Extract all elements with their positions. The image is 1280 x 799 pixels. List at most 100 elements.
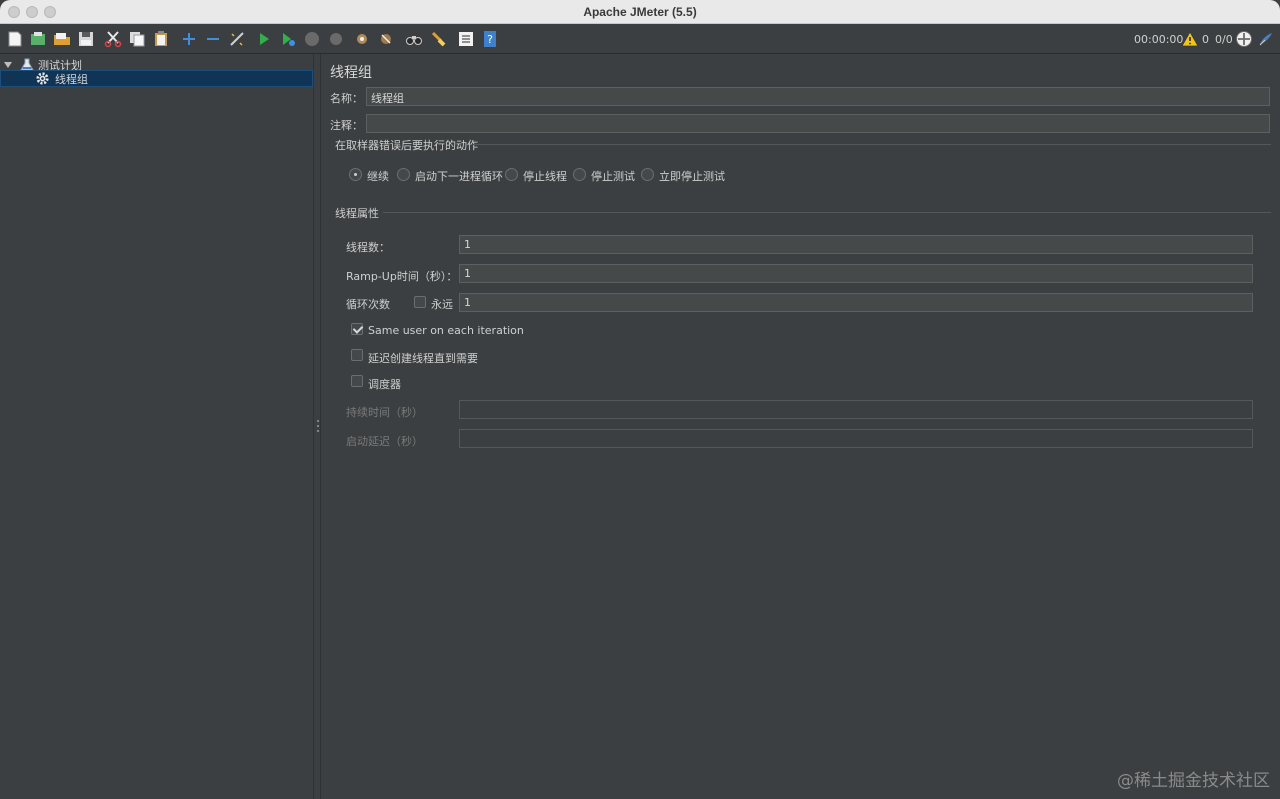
start-no-pauses-button[interactable] <box>278 29 298 49</box>
comment-input[interactable] <box>366 114 1270 133</box>
clear-all-button[interactable] <box>376 29 396 49</box>
radio-start-next-loop-label: 启动下一进程循环 <box>415 170 503 183</box>
expand-all-button[interactable] <box>179 29 199 49</box>
templates-button[interactable] <box>28 29 48 49</box>
error-action-group-label: 在取样器错误后要执行的动作 <box>335 139 478 152</box>
paste-icon <box>155 31 167 46</box>
copy-icon <box>130 32 145 47</box>
collapse-all-button[interactable] <box>203 29 223 49</box>
radio-continue[interactable] <box>349 168 362 181</box>
loop-count-label: 循环次数 <box>346 298 390 311</box>
shutdown-icon <box>330 33 342 45</box>
name-label: 名称： <box>330 92 363 105</box>
num-threads-label: 线程数： <box>346 241 390 254</box>
svg-text:?: ? <box>487 33 493 46</box>
scissors-icon <box>104 31 122 48</box>
thread-group-panel: 线程组 名称： 线程组 注释： 在取样器错误后要执行的动作 继续 启动下一进程循… <box>321 54 1280 799</box>
shutdown-button[interactable] <box>326 29 346 49</box>
warning-indicator[interactable] <box>1181 30 1199 48</box>
tree-item-thread-group[interactable]: 线程组 <box>0 70 313 87</box>
minus-icon <box>207 38 219 40</box>
ramp-up-input[interactable]: 1 <box>459 264 1253 283</box>
copy-button[interactable] <box>127 29 147 49</box>
log-viewer-button[interactable] <box>1256 29 1276 49</box>
panel-splitter[interactable] <box>313 54 321 799</box>
radio-continue-label: 继续 <box>367 170 389 183</box>
same-user-label: Same user on each iteration <box>368 324 524 337</box>
elapsed-time: 00:00:00 <box>1134 33 1184 46</box>
save-button[interactable] <box>76 29 96 49</box>
radio-start-next-loop[interactable] <box>397 168 410 181</box>
stop-button[interactable] <box>302 29 322 49</box>
new-button[interactable] <box>5 29 25 49</box>
radio-stop-test-label: 停止测试 <box>591 170 635 183</box>
group-divider <box>473 144 1271 145</box>
num-threads-input[interactable]: 1 <box>459 235 1253 254</box>
duration-label: 持续时间（秒） <box>346 406 423 419</box>
panel-title: 线程组 <box>330 65 372 81</box>
clear-all-broom-icon <box>381 34 391 44</box>
open-folder-icon <box>54 33 70 45</box>
stop-icon <box>305 32 319 46</box>
thread-props-group-label: 线程属性 <box>335 207 379 220</box>
duration-input[interactable] <box>459 400 1253 419</box>
startup-delay-input[interactable] <box>459 429 1253 448</box>
remote-status-button[interactable] <box>1234 29 1254 49</box>
window-title: Apache JMeter (5.5) <box>583 5 697 19</box>
radio-stop-test-now-label: 立即停止测试 <box>659 170 725 183</box>
list-icon <box>459 32 473 46</box>
splitter-grip-icon[interactable] <box>317 420 319 432</box>
toolbar: ? 00:00:00 0 0/0 <box>0 24 1280 54</box>
save-icon <box>79 32 93 46</box>
feather-icon <box>1259 33 1272 46</box>
expand-arrow-icon[interactable] <box>4 61 12 69</box>
group-divider <box>383 212 1271 213</box>
play-icon <box>260 33 269 45</box>
loop-count-input[interactable]: 1 <box>459 293 1253 312</box>
radio-stop-test[interactable] <box>573 168 586 181</box>
start-button[interactable] <box>254 29 274 49</box>
ramp-up-label: Ramp-Up时间（秒）： <box>346 270 458 283</box>
broom-icon <box>431 31 446 47</box>
function-helper-button[interactable] <box>456 29 476 49</box>
test-plan-tree: 测试计划 线程组 <box>0 54 313 799</box>
startup-delay-label: 启动延迟（秒） <box>346 435 423 448</box>
help-button[interactable]: ? <box>480 29 500 49</box>
binoculars-icon <box>406 36 422 45</box>
play-no-pause-icon <box>283 33 295 46</box>
warning-icon <box>1181 31 1199 47</box>
delay-create-checkbox[interactable] <box>351 349 363 361</box>
gauge-circle-icon <box>1236 31 1252 47</box>
scheduler-checkbox[interactable] <box>351 375 363 387</box>
tree-item-label: 线程组 <box>55 72 88 86</box>
name-input[interactable]: 线程组 <box>366 87 1270 106</box>
help-icon: ? <box>484 31 496 47</box>
comment-label: 注释： <box>330 119 363 132</box>
warning-count: 0 <box>1202 33 1209 46</box>
open-button[interactable] <box>52 29 72 49</box>
forever-label: 永远 <box>431 298 453 311</box>
reset-search-button[interactable] <box>428 29 448 49</box>
watermark: @稀土掘金技术社区 <box>1117 771 1270 791</box>
plus-icon <box>183 33 195 45</box>
toggle-button[interactable] <box>227 29 247 49</box>
radio-stop-thread[interactable] <box>505 168 518 181</box>
scheduler-label: 调度器 <box>368 378 401 391</box>
radio-stop-test-now[interactable] <box>641 168 654 181</box>
clear-button[interactable] <box>352 29 372 49</box>
search-button[interactable] <box>404 29 424 49</box>
toggle-wand-icon <box>230 32 244 46</box>
templates-icon <box>31 32 45 45</box>
active-threads-count: 0/0 <box>1215 33 1233 46</box>
clear-broom-gear-icon <box>357 34 367 44</box>
title-bar: Apache JMeter (5.5) <box>0 0 1280 24</box>
cut-button[interactable] <box>103 29 123 49</box>
same-user-checkbox[interactable] <box>351 323 363 335</box>
new-file-icon <box>8 31 22 47</box>
delay-create-label: 延迟创建线程直到需要 <box>368 352 478 365</box>
gear-icon <box>36 72 49 85</box>
paste-button[interactable] <box>151 29 171 49</box>
forever-checkbox[interactable] <box>414 296 426 308</box>
radio-stop-thread-label: 停止线程 <box>523 170 567 183</box>
app-window: Apache JMeter (5.5) ? 00:00:00 0 0/0 测试计… <box>0 0 1280 799</box>
